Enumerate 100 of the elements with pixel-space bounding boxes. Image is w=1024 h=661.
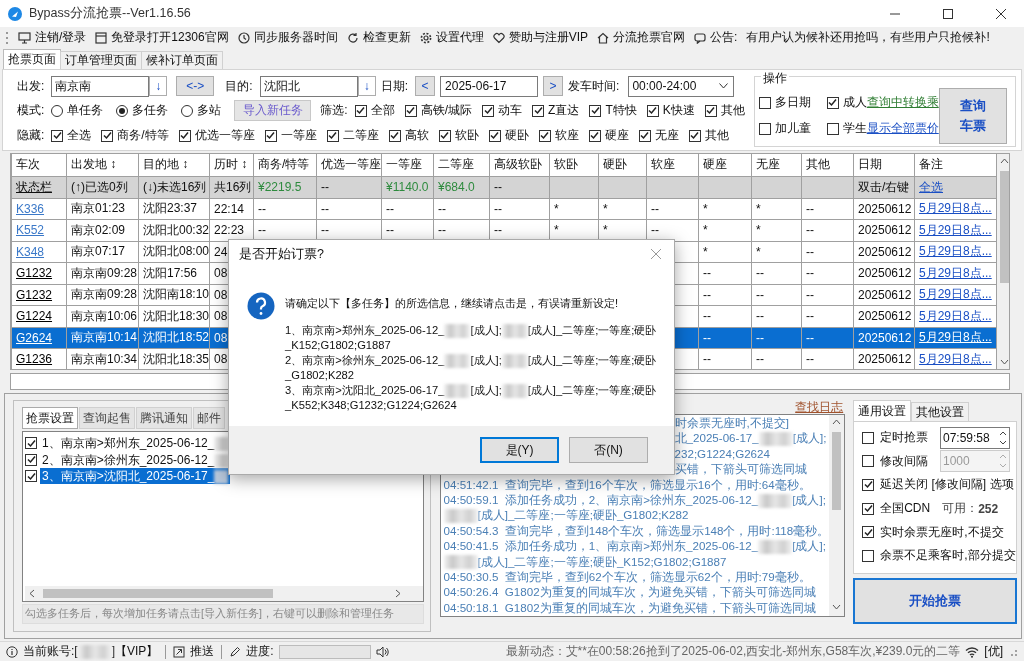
checkbox[interactable]	[538, 129, 551, 142]
tab[interactable]: 订单管理页面	[60, 51, 142, 69]
checkbox-label[interactable]: 成人	[842, 94, 867, 111]
checkbox[interactable]	[862, 502, 875, 515]
dialog-button[interactable]: 否(N)	[569, 437, 648, 463]
toolbar-button[interactable]: 分流抢票官网	[597, 28, 686, 47]
column-header[interactable]: 优选一等座	[316, 154, 382, 176]
station-field[interactable]: 南京南	[51, 75, 150, 97]
checkbox-label[interactable]: Z直达	[548, 102, 580, 120]
checkbox[interactable]	[862, 479, 875, 491]
swap-button[interactable]: <->	[176, 76, 215, 97]
radio-label[interactable]: 单任务	[67, 102, 104, 120]
tab[interactable]: 通用设置	[853, 400, 912, 421]
checkbox-label[interactable]: 动车	[498, 102, 523, 120]
next-date-button[interactable]: >	[543, 76, 564, 97]
checkbox[interactable]	[758, 96, 771, 109]
query-button[interactable]: 查询车票	[938, 87, 1007, 144]
tab[interactable]: 查询起售	[79, 407, 135, 429]
checkbox-label[interactable]: 其他	[704, 127, 729, 145]
checkbox[interactable]	[638, 129, 651, 142]
column-header[interactable]: 软卧	[549, 154, 599, 176]
checkbox[interactable]	[264, 129, 277, 142]
toolbar-button[interactable]: 公告:	[694, 28, 738, 47]
checkbox-label[interactable]: 定时抢票	[880, 429, 929, 447]
radio-button[interactable]	[51, 105, 64, 117]
link[interactable]: 全选	[919, 179, 943, 194]
checkbox-label[interactable]: 商务/特等	[117, 127, 169, 145]
checkbox[interactable]	[862, 526, 875, 539]
column-header[interactable]: 其他	[801, 154, 854, 176]
tab[interactable]: 腾讯通知	[136, 407, 192, 429]
checkbox-label[interactable]: 软座	[554, 127, 579, 145]
toolbar-button[interactable]: 赞助与注册VIP	[492, 28, 589, 47]
column-header[interactable]: 车次	[11, 154, 67, 176]
checkbox-label[interactable]: 无座	[654, 127, 679, 145]
checkbox[interactable]	[588, 129, 601, 142]
column-header[interactable]: 二等座	[433, 154, 490, 176]
toolbar-button[interactable]: 检查更新	[346, 28, 411, 47]
column-header[interactable]: 备注	[914, 154, 997, 176]
previous-date-button[interactable]: <	[415, 76, 436, 97]
checkbox[interactable]	[758, 122, 771, 135]
time-select[interactable]: 00:00-24:00	[628, 75, 735, 97]
radio-button[interactable]	[116, 105, 129, 117]
checkbox[interactable]	[488, 129, 501, 142]
scrollbar[interactable]	[25, 586, 423, 601]
checkbox-label[interactable]: K快速	[662, 102, 695, 120]
checkbox-label[interactable]: 硬座	[604, 127, 629, 145]
checkbox[interactable]	[101, 129, 114, 142]
dialog-button[interactable]: 是(Y)	[480, 437, 559, 463]
checkbox-label[interactable]: 高软	[404, 127, 429, 145]
checkbox-label[interactable]: 二等座	[342, 127, 379, 145]
radio-button[interactable]	[181, 105, 194, 117]
link[interactable]: 显示全部票价	[866, 120, 939, 137]
checkbox[interactable]	[25, 437, 37, 450]
checkbox[interactable]	[826, 122, 839, 135]
column-header[interactable]: 高级软卧	[489, 154, 550, 176]
column-header[interactable]: 历时 ↕	[209, 154, 254, 176]
checkbox-label[interactable]: 延迟关闭 [修改间隔] 选项	[880, 476, 1014, 494]
checkbox-label[interactable]: 全部	[370, 102, 395, 120]
checkbox[interactable]	[862, 431, 875, 444]
checkbox-label[interactable]: T特快	[605, 102, 637, 120]
checkbox-label[interactable]: 全国CDN	[880, 500, 931, 518]
start-button[interactable]: 开始抢票	[853, 578, 1017, 624]
task-item[interactable]: 3、南京南>沈阳北_2025-06-17_	[40, 468, 231, 485]
column-header[interactable]: 目的地 ↕	[138, 154, 210, 176]
checkbox[interactable]	[438, 129, 451, 142]
checkbox-label[interactable]: 其他	[720, 102, 745, 120]
column-header[interactable]: 硬座	[698, 154, 752, 176]
column-header[interactable]: 商务/特等	[253, 154, 317, 176]
checkbox[interactable]	[704, 105, 717, 117]
checkbox-label[interactable]: 多日期	[774, 94, 811, 111]
checkbox[interactable]	[404, 105, 417, 117]
checkbox[interactable]	[532, 105, 545, 117]
tab[interactable]: 抢票页面	[3, 49, 61, 69]
checkbox[interactable]	[25, 470, 37, 483]
checkbox[interactable]	[51, 129, 64, 142]
checkbox[interactable]	[826, 96, 839, 109]
checkbox[interactable]	[178, 129, 191, 142]
checkbox[interactable]	[25, 453, 37, 466]
checkbox-label[interactable]: 学生	[842, 120, 867, 137]
link[interactable]: 查询中转换乘	[866, 94, 939, 111]
radio-label[interactable]: 多任务	[132, 102, 169, 120]
toolbar-button[interactable]: 同步服务器时间	[237, 28, 338, 47]
checkbox-label[interactable]: 高铁/城际	[420, 102, 473, 120]
checkbox-label[interactable]: 实时余票无座时,不提交	[880, 523, 1004, 541]
checkbox-label[interactable]: 加儿童	[774, 120, 811, 137]
tab[interactable]: 其他设置	[911, 402, 970, 421]
spin-field[interactable]: 07:59:58	[940, 426, 1010, 449]
checkbox-label[interactable]: 一等座	[280, 127, 317, 145]
station-field[interactable]: 沈阳北	[259, 75, 358, 97]
dropdown-button[interactable]: ↓	[149, 76, 168, 97]
toolbar-button[interactable]: 免登录打开12306官网	[95, 28, 229, 47]
import-task-button[interactable]: 导入新任务	[234, 100, 312, 122]
radio-label[interactable]: 多站	[197, 102, 222, 120]
column-header[interactable]: 日期	[853, 154, 915, 176]
column-header[interactable]: 一等座	[381, 154, 434, 176]
column-header[interactable]: 软座	[646, 154, 699, 176]
toolbar-button[interactable]: 设置代理	[419, 28, 484, 47]
checkbox[interactable]	[646, 105, 659, 117]
scrollbar[interactable]	[829, 415, 845, 616]
column-header[interactable]: 出发地 ↕	[66, 154, 139, 176]
